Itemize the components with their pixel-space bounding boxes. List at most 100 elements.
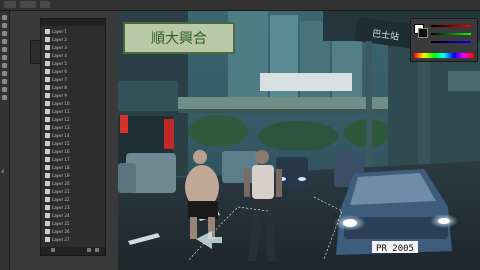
background-color-swatch[interactable] <box>418 28 428 38</box>
green-slider[interactable] <box>431 33 471 35</box>
red-slider[interactable] <box>431 25 471 27</box>
lasso-tool-icon[interactable] <box>2 31 7 36</box>
layer-thumbnail <box>45 221 50 226</box>
layer-row[interactable]: Layer 11 <box>43 108 103 115</box>
layer-row[interactable]: Layer 3 <box>43 44 103 51</box>
layer-thumbnail <box>45 53 50 58</box>
layer-row[interactable]: Layer 23 <box>43 204 103 211</box>
tools-panel: ‹ <box>0 11 10 270</box>
color-spectrum[interactable] <box>414 53 474 58</box>
layer-row[interactable]: Layer 1 <box>43 28 103 35</box>
layer-name: Layer 11 <box>52 109 70 114</box>
layer-name: Layer 3 <box>52 45 67 50</box>
layer-row[interactable]: Layer 8 <box>43 84 103 91</box>
layer-thumbnail <box>45 37 50 42</box>
layers-panel-header <box>41 19 105 26</box>
layer-row[interactable]: Layer 19 <box>43 172 103 179</box>
layer-thumbnail <box>45 133 50 138</box>
billboard <box>260 73 352 91</box>
layer-name: Layer 14 <box>52 133 70 138</box>
layer-thumbnail <box>45 165 50 170</box>
menu-button[interactable] <box>20 1 36 8</box>
layer-row[interactable]: Layer 16 <box>43 148 103 155</box>
layer-thumbnail <box>45 229 50 234</box>
zoom-tool-icon[interactable] <box>2 87 7 92</box>
options-bar <box>0 0 480 11</box>
layer-row[interactable]: Layer 21 <box>43 188 103 195</box>
layer-row[interactable]: Layer 6 <box>43 68 103 75</box>
layer-row[interactable]: Layer 25 <box>43 220 103 227</box>
trash-icon[interactable] <box>95 248 99 252</box>
layer-name: Layer 27 <box>52 237 70 242</box>
layer-thumbnail <box>45 77 50 82</box>
layer-name: Layer 4 <box>52 53 67 58</box>
layer-name: Layer 21 <box>52 189 70 194</box>
layer-thumbnail <box>45 213 50 218</box>
layer-row[interactable]: Layer 17 <box>43 156 103 163</box>
layer-thumbnail <box>45 61 50 66</box>
layer-thumbnail <box>45 29 50 34</box>
layer-row[interactable]: Layer 15 <box>43 140 103 147</box>
layer-row[interactable]: Layer 2 <box>43 36 103 43</box>
move-tool-icon[interactable] <box>2 15 7 20</box>
layer-row[interactable]: Layer 18 <box>43 164 103 171</box>
color-panel <box>410 18 478 62</box>
overpass <box>178 97 408 109</box>
shop-sign-text: 順大興合 <box>151 31 207 47</box>
menu-button[interactable] <box>4 1 16 8</box>
layer-name: Layer 15 <box>52 141 70 146</box>
layers-panel: Layer 1 Layer 2 Layer 3 Layer 4 Layer 5 Layer… <box>40 18 106 256</box>
gradient-tool-icon[interactable] <box>2 63 7 68</box>
layer-name: Layer 18 <box>52 165 70 170</box>
layer-name: Layer 16 <box>52 149 70 154</box>
layer-name: Layer 19 <box>52 173 70 178</box>
layer-row[interactable]: Layer 20 <box>43 180 103 187</box>
link-layers-icon[interactable] <box>51 248 55 252</box>
layer-row[interactable]: Layer 13 <box>43 124 103 131</box>
layer-row[interactable]: Layer 12 <box>43 116 103 123</box>
eraser-tool-icon[interactable] <box>2 55 7 60</box>
layer-thumbnail <box>45 205 50 210</box>
layer-row[interactable]: Layer 22 <box>43 196 103 203</box>
layer-row[interactable]: Layer 24 <box>43 212 103 219</box>
layer-thumbnail <box>45 45 50 50</box>
hand-tool-icon[interactable] <box>2 95 7 100</box>
layer-row[interactable]: Layer 4 <box>43 52 103 59</box>
layer-name: Layer 5 <box>52 61 67 66</box>
layer-thumbnail <box>45 197 50 202</box>
layer-thumbnail <box>45 149 50 154</box>
layer-thumbnail <box>45 125 50 130</box>
layer-row[interactable]: Layer 7 <box>43 76 103 83</box>
new-layer-icon[interactable] <box>87 248 91 252</box>
crop-tool-icon[interactable] <box>2 39 7 44</box>
layer-name: Layer 17 <box>52 157 70 162</box>
layer-name: Layer 7 <box>52 77 67 82</box>
chevron-left-icon[interactable]: ‹ <box>1 167 5 177</box>
blue-slider[interactable] <box>431 41 471 43</box>
layer-row[interactable]: Layer 26 <box>43 228 103 235</box>
brush-tool-icon[interactable] <box>2 47 7 52</box>
layer-row[interactable]: Layer 10 <box>43 100 103 107</box>
text-tool-icon[interactable] <box>2 71 7 76</box>
layer-thumbnail <box>45 85 50 90</box>
layer-name: Layer 1 <box>52 29 67 34</box>
layer-name: Layer 23 <box>52 205 70 210</box>
layer-row[interactable]: Layer 27 <box>43 236 103 243</box>
layer-name: Layer 13 <box>52 125 70 130</box>
menu-button[interactable] <box>40 1 50 8</box>
layer-thumbnail <box>45 93 50 98</box>
layer-thumbnail <box>45 69 50 74</box>
pen-tool-icon[interactable] <box>2 79 7 84</box>
layer-name: Layer 22 <box>52 197 70 202</box>
marquee-tool-icon[interactable] <box>2 23 7 28</box>
layer-name: Layer 25 <box>52 221 70 226</box>
layer-thumbnail <box>45 109 50 114</box>
layer-row[interactable]: Layer 14 <box>43 132 103 139</box>
layer-row[interactable]: Layer 5 <box>43 60 103 67</box>
layer-thumbnail <box>45 189 50 194</box>
layer-thumbnail <box>45 101 50 106</box>
layer-thumbnail <box>45 157 50 162</box>
layer-row[interactable]: Layer 9 <box>43 92 103 99</box>
layer-name: Layer 24 <box>52 213 70 218</box>
layer-name: Layer 26 <box>52 229 70 234</box>
